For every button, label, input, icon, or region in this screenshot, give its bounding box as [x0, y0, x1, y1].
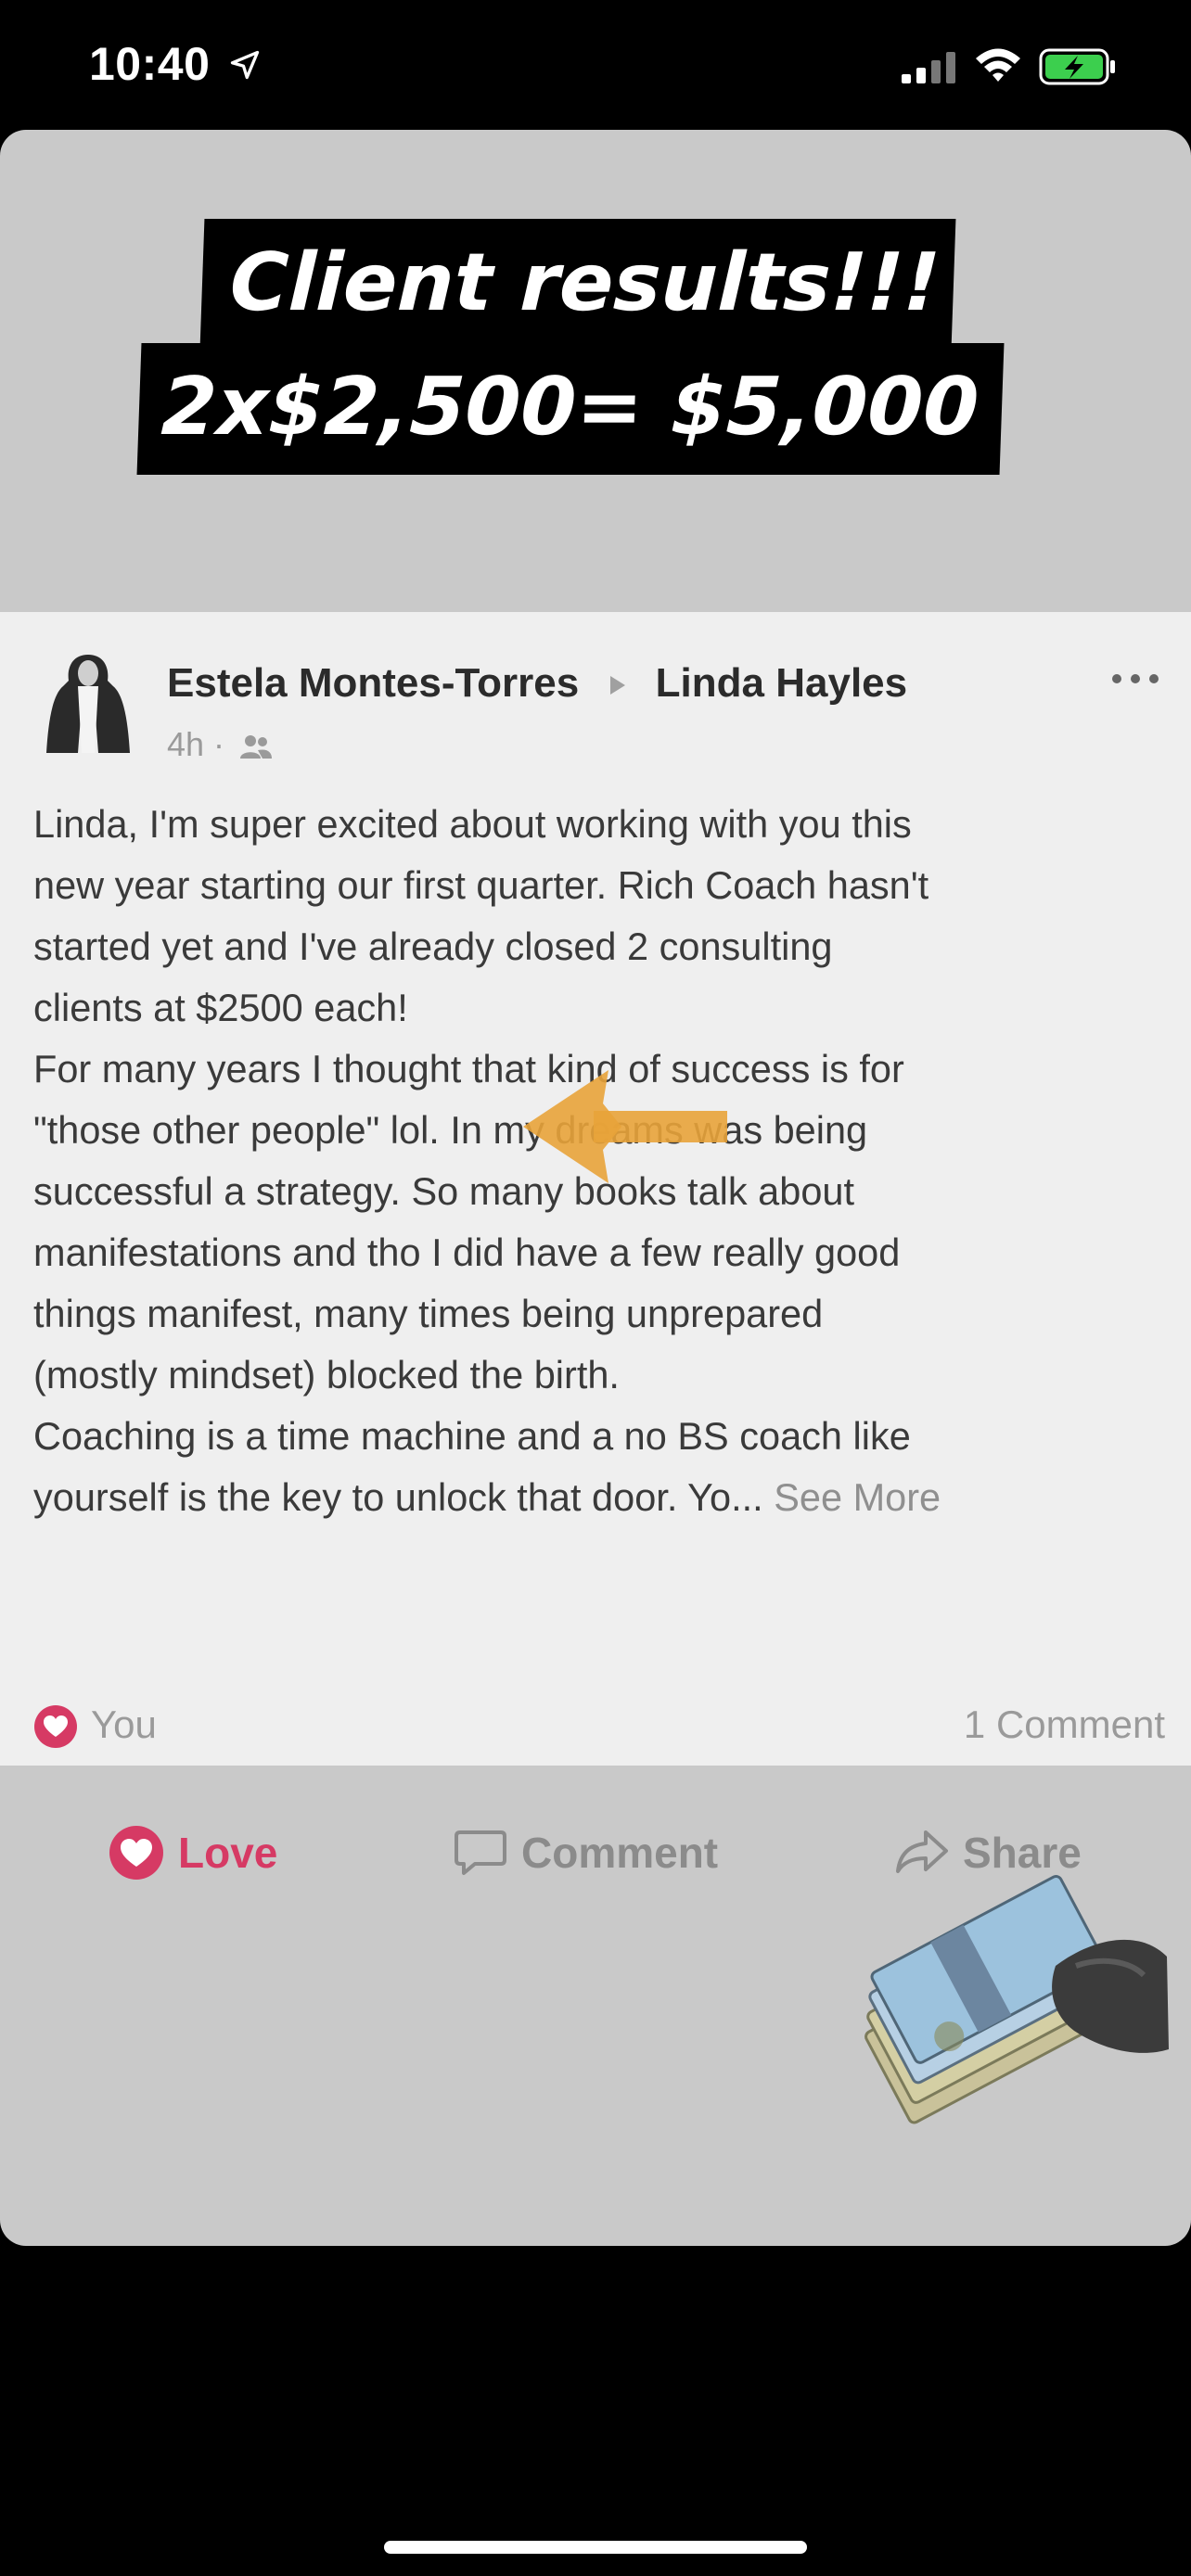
- see-more-link[interactable]: See More: [774, 1475, 941, 1519]
- location-arrow-icon: [230, 50, 260, 80]
- reactions-row: You 1 Comment: [33, 1697, 1165, 1753]
- love-reaction-icon: [34, 1705, 77, 1748]
- home-indicator[interactable]: [384, 2541, 807, 2554]
- arrow-left-icon: [523, 1070, 727, 1183]
- post-line: Linda, I'm super excited about working w…: [33, 802, 912, 846]
- status-time: 10:40: [89, 38, 211, 90]
- headline-banner: Client results!!! 2x$2,500= $5,000: [0, 130, 1191, 612]
- video-card[interactable]: Client results!!! 2x$2,500= $5,000 Estel…: [0, 130, 1191, 2246]
- money-stack-image: [864, 1874, 1169, 2124]
- reaction-by-label[interactable]: You: [91, 1702, 157, 1747]
- post-author-line: Estela Montes-Torres Linda Hayles: [167, 660, 907, 707]
- headline-line-1: Client results!!!: [199, 219, 956, 349]
- signal-icon: [902, 52, 955, 83]
- wifi-icon: [976, 48, 1020, 82]
- love-icon: [109, 1826, 163, 1880]
- triangle-right-icon: [610, 676, 626, 695]
- recipient-name[interactable]: Linda Hayles: [656, 660, 907, 706]
- post-line: manifestations and tho I did have a few …: [33, 1231, 901, 1274]
- facebook-post: Estela Montes-Torres Linda Hayles 4h · L…: [0, 612, 1191, 1880]
- post-line: things manifest, many times being unprep…: [33, 1292, 824, 1335]
- comment-button[interactable]: Comment: [453, 1808, 718, 1897]
- love-button[interactable]: Love: [108, 1808, 277, 1897]
- post-line: Coaching is a time machine and a no BS c…: [33, 1414, 911, 1458]
- post-line-last: yourself is the key to unlock that door.…: [33, 1467, 1165, 1528]
- comment-label: Comment: [521, 1829, 719, 1877]
- avatar[interactable]: [35, 649, 141, 760]
- headline-line-2: 2x$2,500= $5,000: [136, 343, 1005, 475]
- more-options-icon[interactable]: [1109, 670, 1161, 688]
- friends-icon: [240, 735, 273, 759]
- post-line: started yet and I've already closed 2 co…: [33, 925, 833, 968]
- post-meta: 4h ·: [167, 725, 273, 764]
- author-name[interactable]: Estela Montes-Torres: [167, 660, 579, 706]
- post-line: yourself is the key to unlock that door.…: [33, 1475, 763, 1519]
- comment-icon: [455, 1830, 506, 1875]
- post-line: clients at $2500 each!: [33, 986, 408, 1029]
- status-bar: 10:40: [0, 0, 1191, 130]
- post-time[interactable]: 4h: [167, 725, 204, 763]
- post-line: (mostly mindset) blocked the birth.: [33, 1353, 620, 1396]
- love-label: Love: [178, 1829, 278, 1877]
- comment-count[interactable]: 1 Comment: [964, 1702, 1165, 1747]
- battery-charging-icon: [1039, 48, 1115, 85]
- post-line: new year starting our first quarter. Ric…: [33, 863, 929, 907]
